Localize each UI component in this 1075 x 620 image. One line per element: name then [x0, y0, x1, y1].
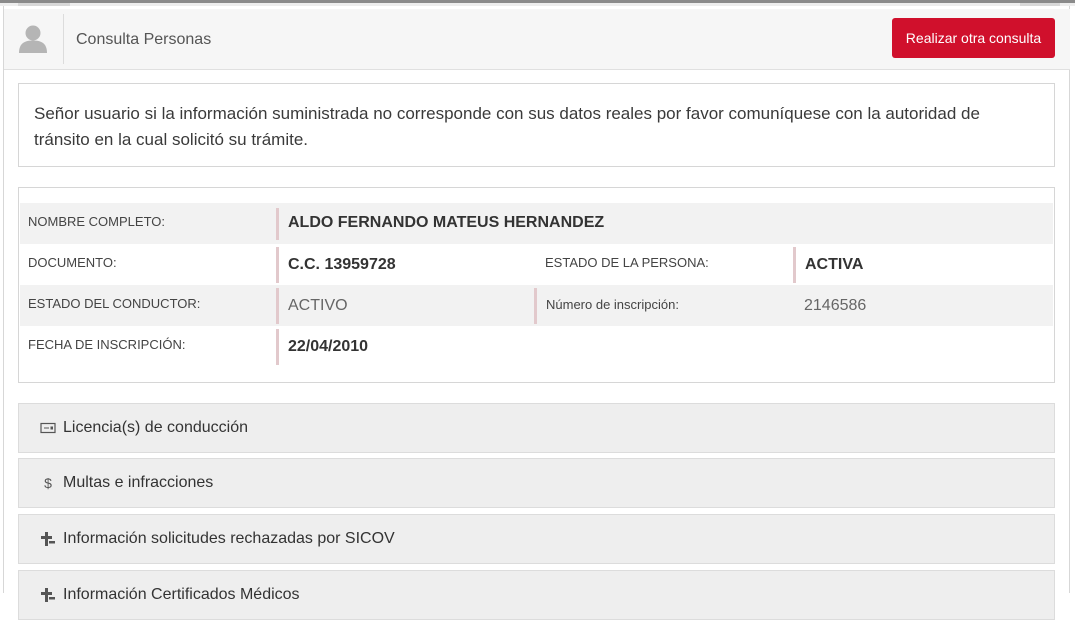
- accordion-certificados[interactable]: Información Certificados Médicos: [18, 570, 1055, 620]
- notice-text: Señor usuario si la información suminist…: [34, 104, 980, 149]
- info-row-documento: DOCUMENTO: C.C. 13959728 ESTADO DE LA PE…: [20, 244, 1053, 285]
- num-inscripcion-value: 2146586: [804, 297, 867, 314]
- estado-persona-label: ESTADO DE LA PERSONA:: [545, 255, 709, 270]
- accordion-licencias-label: Licencia(s) de conducción: [63, 419, 248, 436]
- license-card-icon: [39, 419, 57, 437]
- nombre-value: ALDO FERNANDO MATEUS HERNANDEZ: [276, 208, 604, 240]
- user-avatar-icon: [19, 25, 47, 53]
- page-title: Consulta Personas: [76, 31, 212, 48]
- nombre-label: NOMBRE COMPLETO:: [28, 214, 166, 229]
- estado-conductor-value: ACTIVO: [276, 288, 348, 324]
- num-inscripcion-label: Número de inscripción:: [534, 288, 679, 324]
- estado-conductor-label: ESTADO DEL CONDUCTOR:: [28, 296, 201, 311]
- plus-minus-icon: [39, 586, 57, 604]
- plus-minus-icon: [39, 530, 57, 548]
- dollar-icon: $: [44, 475, 52, 491]
- info-row-fecha: FECHA DE INSCRIPCIÓN: 22/04/2010: [20, 326, 1053, 367]
- accordion-certificados-label: Información Certificados Médicos: [63, 586, 300, 603]
- documento-label: DOCUMENTO:: [28, 255, 117, 270]
- accordion-sicov-label: Información solicitudes rechazadas por S…: [63, 530, 395, 547]
- accordion-sicov[interactable]: Información solicitudes rechazadas por S…: [18, 514, 1055, 564]
- page-header: Consulta Personas Realizar otra consulta: [4, 9, 1070, 70]
- accordion-multas-label: Multas e infracciones: [63, 474, 214, 491]
- accordion-multas[interactable]: $ Multas e infracciones: [18, 458, 1055, 508]
- estado-persona-value: ACTIVA: [793, 247, 863, 283]
- info-row-conductor: ESTADO DEL CONDUCTOR: ACTIVO Número de i…: [20, 285, 1053, 326]
- fecha-inscripcion-label: FECHA DE INSCRIPCIÓN:: [28, 337, 186, 352]
- notice-box: Señor usuario si la información suminist…: [18, 83, 1055, 167]
- info-row-nombre: NOMBRE COMPLETO: ALDO FERNANDO MATEUS HE…: [20, 203, 1053, 244]
- accordion-licencias[interactable]: Licencia(s) de conducción: [18, 403, 1055, 453]
- new-query-button[interactable]: Realizar otra consulta: [892, 18, 1055, 58]
- header-divider: [63, 14, 64, 64]
- fecha-inscripcion-value: 22/04/2010: [276, 329, 368, 365]
- documento-value: C.C. 13959728: [276, 247, 396, 283]
- person-info-panel: NOMBRE COMPLETO: ALDO FERNANDO MATEUS HE…: [18, 187, 1055, 383]
